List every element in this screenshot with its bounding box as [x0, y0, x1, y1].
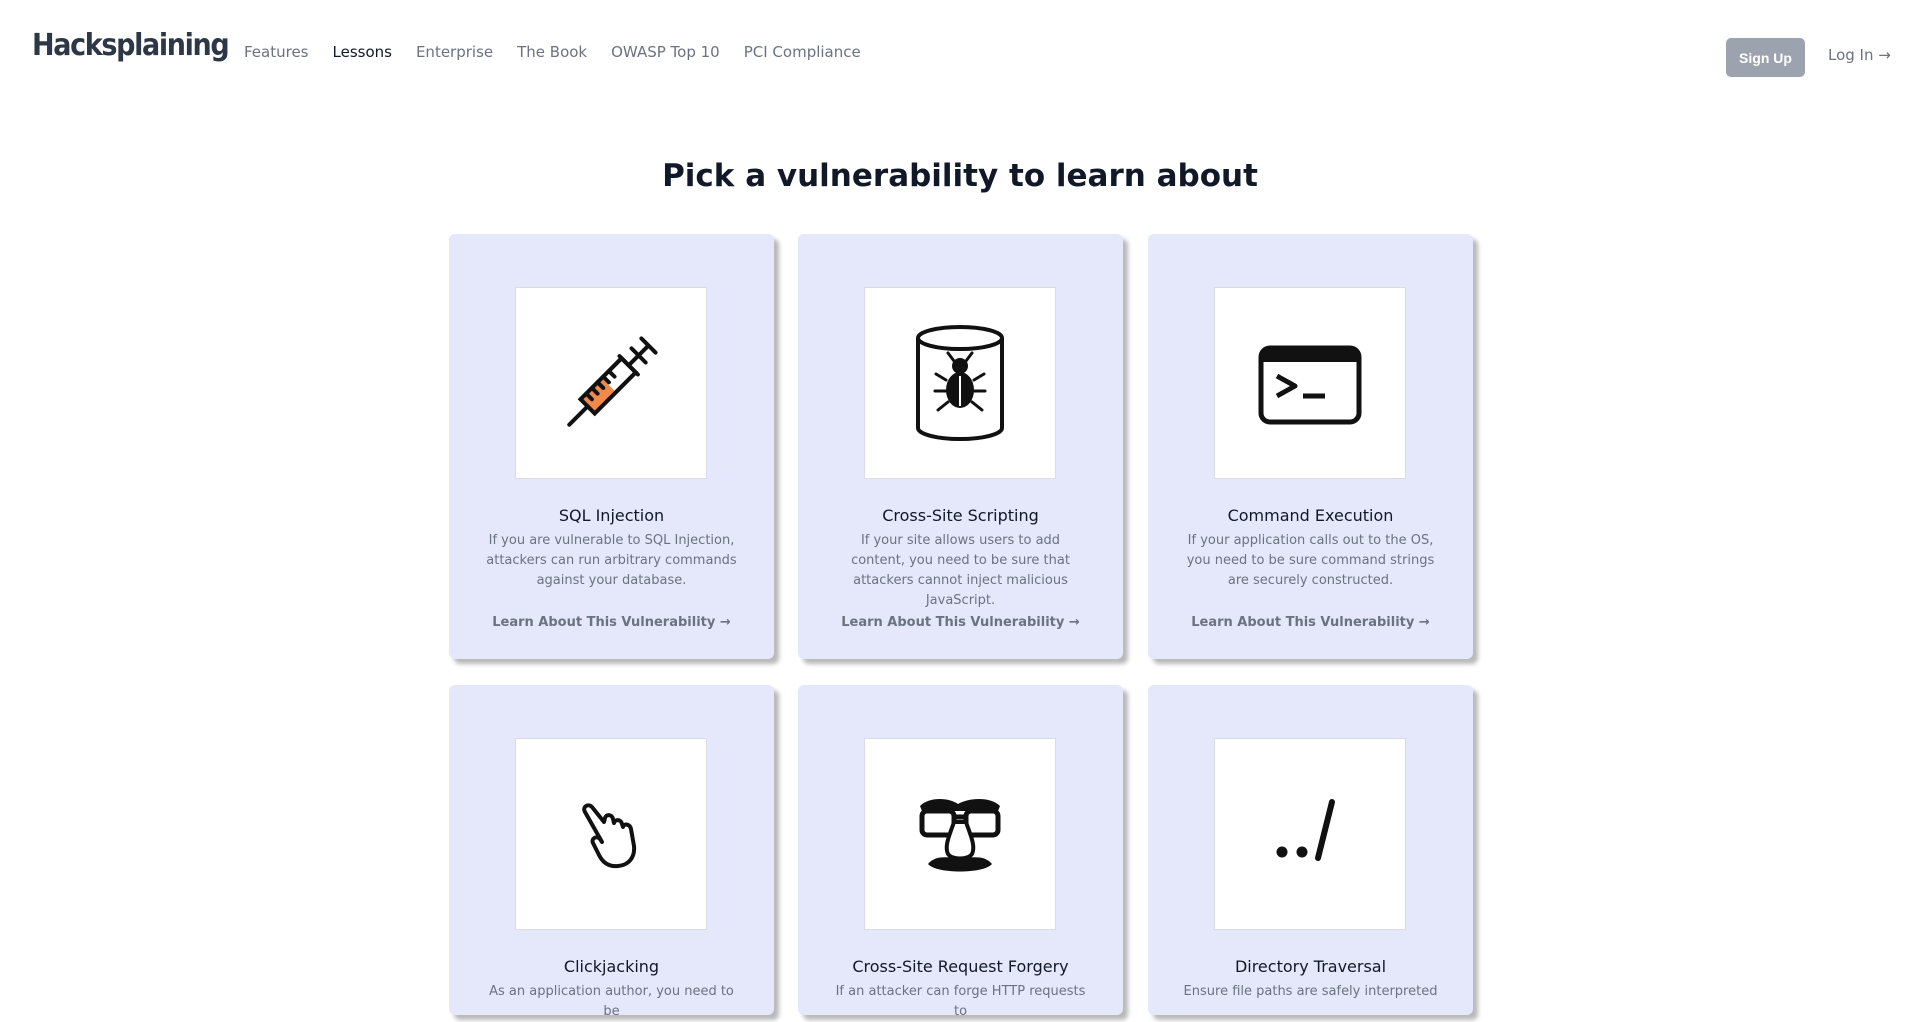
learn-about-link[interactable]: Learn About This Vulnerability →: [449, 615, 774, 630]
vulnerability-card-clickjacking[interactable]: Clickjacking As an application author, y…: [449, 685, 774, 1019]
database-bug-icon: [916, 325, 1004, 441]
card-title: Cross-Site Scripting: [882, 506, 1039, 525]
card-description: As an application author, you need to be: [489, 984, 734, 1019]
nav-item-pci-compliance[interactable]: PCI Compliance: [744, 43, 861, 61]
main-nav: Features Lessons Enterprise The Book OWA…: [244, 43, 885, 61]
nav-item-features[interactable]: Features: [244, 43, 309, 61]
learn-about-link[interactable]: Learn About This Vulnerability →: [798, 615, 1123, 630]
vulnerability-card-command-execution[interactable]: Command Execution If your application ca…: [1148, 234, 1473, 659]
card-title: Directory Traversal: [1234, 957, 1387, 976]
nav-item-owasp-top-10[interactable]: OWASP Top 10: [611, 43, 720, 61]
page-title: Pick a vulnerability to learn about: [662, 158, 1258, 194]
vulnerability-card-sql-injection[interactable]: SQL Injection If you are vulnerable to S…: [449, 234, 774, 659]
nav-item-lessons[interactable]: Lessons: [333, 43, 392, 61]
card-description: Ensure file paths are safely interpreted: [1183, 984, 1438, 999]
card-image: [864, 287, 1056, 479]
pointing-hand-icon: [582, 803, 637, 869]
vulnerability-card-directory-traversal[interactable]: Directory Traversal Ensure file paths ar…: [1148, 685, 1473, 1015]
syringe-icon: [567, 336, 658, 427]
dot-dot-slash-icon: [1276, 799, 1335, 861]
card-description: If an attacker can forge HTTP requests t…: [835, 984, 1086, 1019]
card-image: [515, 738, 707, 930]
vulnerability-card-cross-site-scripting[interactable]: Cross-Site Scripting If your site allows…: [798, 234, 1123, 659]
site-logo[interactable]: Hacksplaining: [32, 28, 230, 63]
card-image: [864, 738, 1056, 930]
card-image: [1214, 287, 1406, 479]
log-in-link[interactable]: Log In →: [1828, 46, 1891, 64]
card-title: SQL Injection: [558, 506, 665, 525]
site-header: Hacksplaining Features Lessons Enterpris…: [0, 0, 1920, 110]
card-title: Clickjacking: [563, 957, 660, 976]
card-description: If you are vulnerable to SQL Injection, …: [486, 533, 737, 588]
disguise-glasses-icon: [919, 799, 1001, 872]
card-title: Cross-Site Request Forgery: [852, 957, 1069, 976]
sign-up-button[interactable]: Sign Up: [1726, 38, 1805, 77]
terminal-icon: [1258, 345, 1362, 425]
card-description: If your site allows users to add content…: [851, 533, 1070, 608]
learn-about-link[interactable]: Learn About This Vulnerability →: [1148, 615, 1473, 630]
nav-item-enterprise[interactable]: Enterprise: [416, 43, 493, 61]
card-image: [1214, 738, 1406, 930]
card-description: If your application calls out to the OS,…: [1186, 533, 1435, 588]
card-image: [515, 287, 707, 479]
card-title: Command Execution: [1227, 506, 1394, 525]
vulnerability-card-cross-site-request-forgery[interactable]: Cross-Site Request Forgery If an attacke…: [798, 685, 1123, 1019]
nav-item-the-book[interactable]: The Book: [517, 43, 587, 61]
